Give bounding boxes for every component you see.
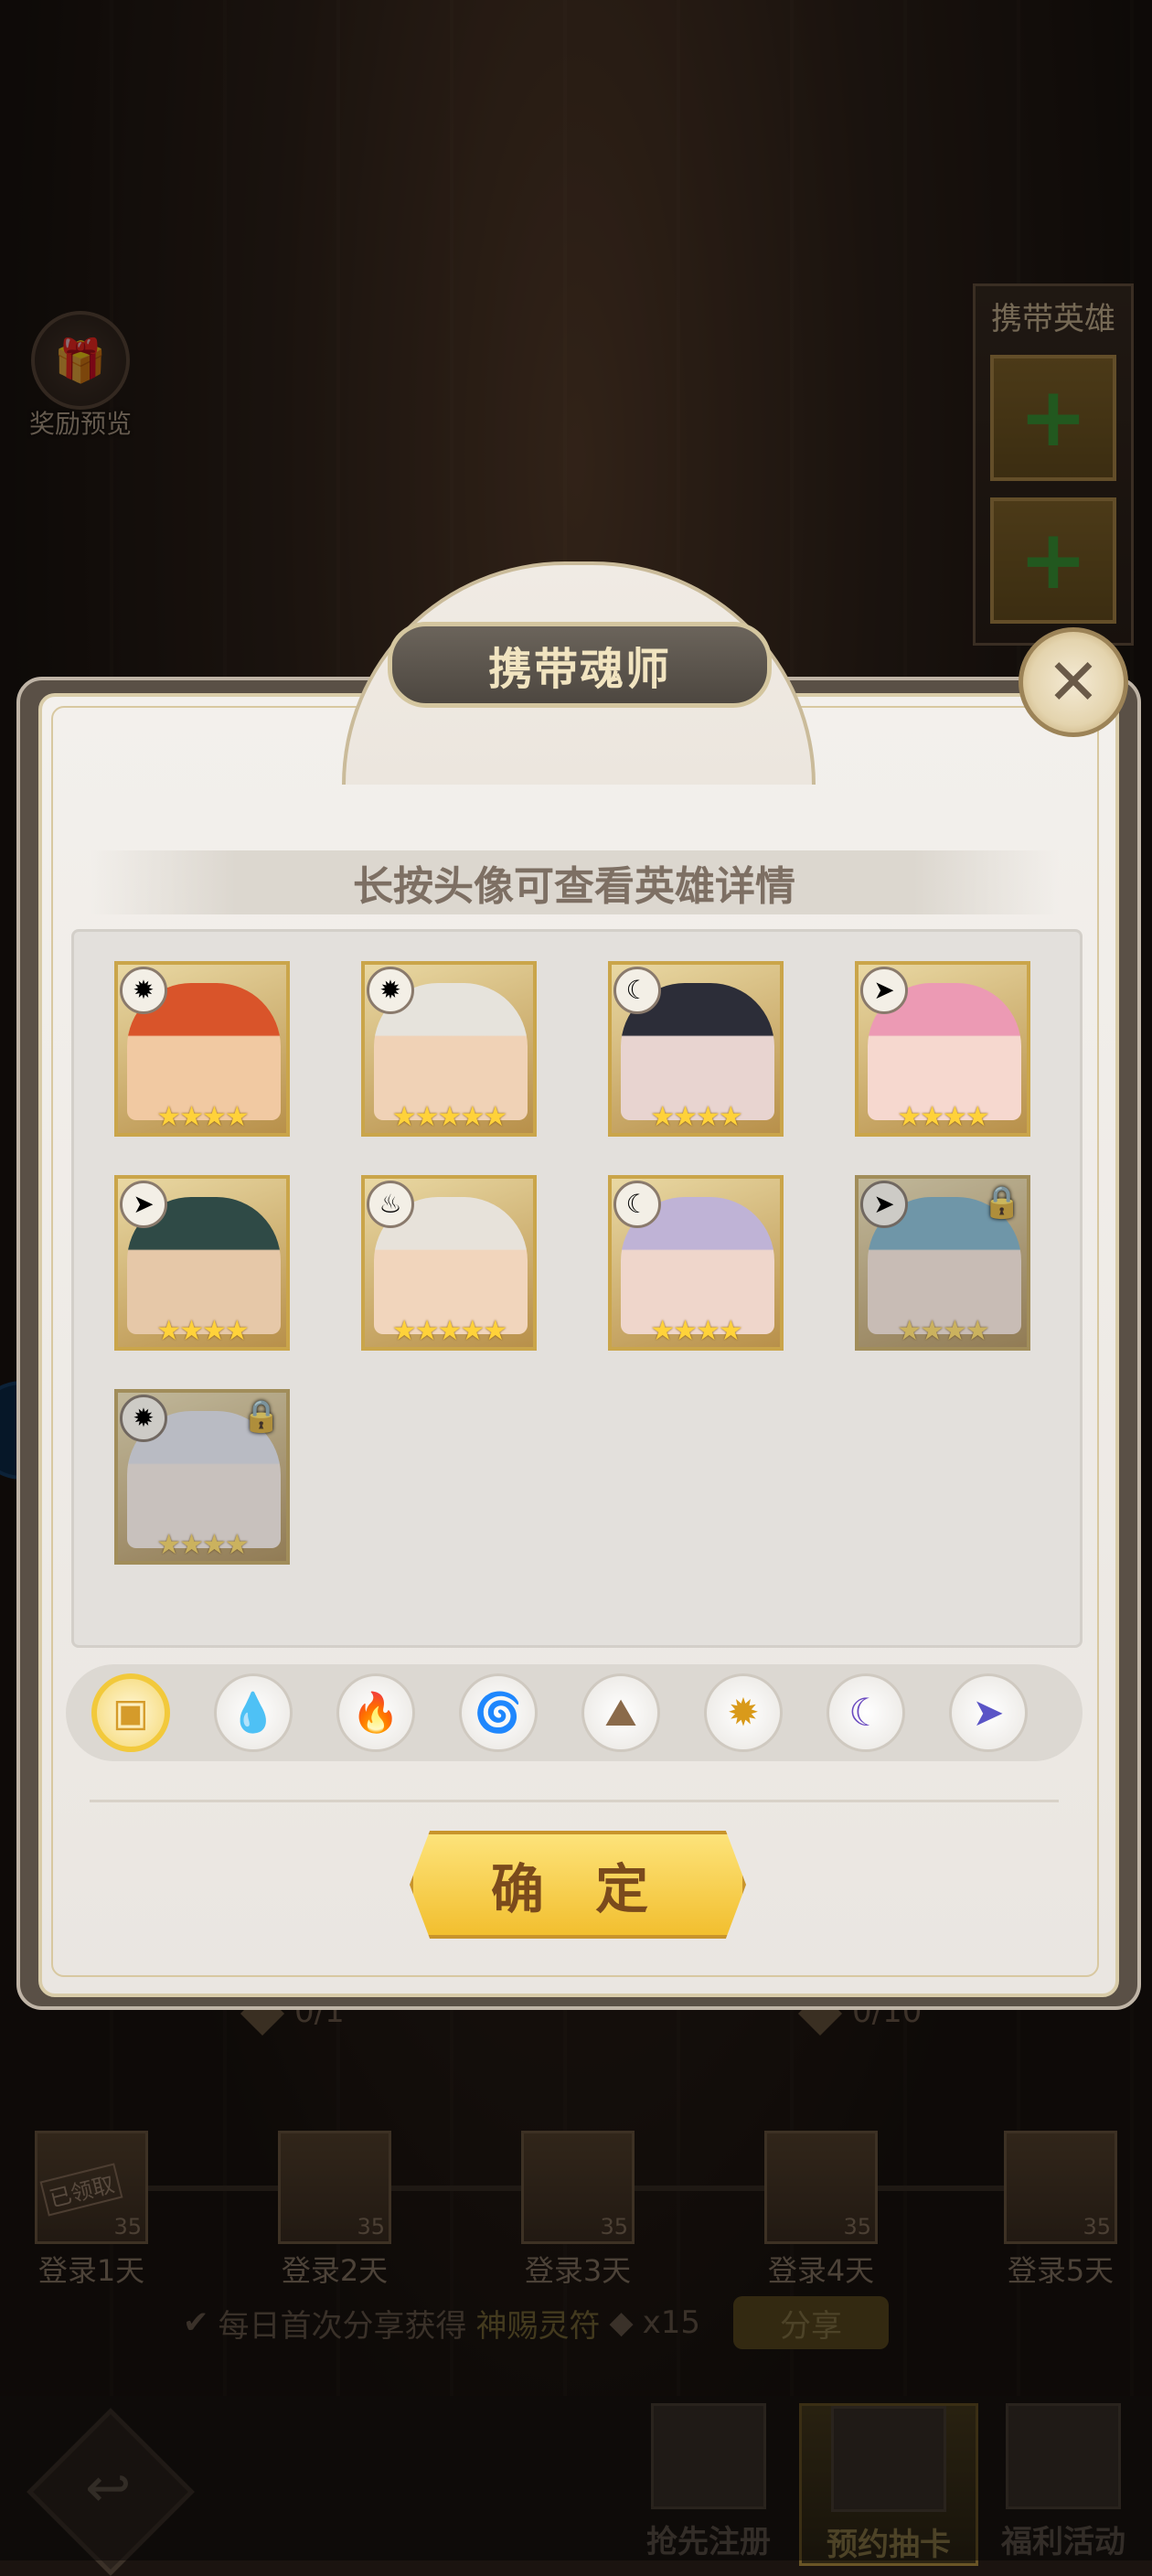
star-rating: ★★★★ xyxy=(650,1315,743,1347)
star-rating: ★★★★★ xyxy=(391,1315,507,1347)
star-rating: ★★★★ xyxy=(897,1101,990,1133)
all-element-icon: ▣ xyxy=(112,1690,149,1735)
lock-icon: 🔒 xyxy=(982,1184,1021,1221)
confirm-label: 确 定 xyxy=(490,1858,666,1920)
hint-bar: 长按头像可查看英雄详情 xyxy=(90,850,1059,914)
void-element-icon: ➤ xyxy=(860,967,908,1014)
void-element-icon: ➤ xyxy=(860,1181,908,1228)
void-element-icon: ➤ xyxy=(972,1690,1005,1735)
filter-void-button[interactable]: ➤ xyxy=(949,1673,1028,1752)
hero-card[interactable]: ☾ ★★★★ xyxy=(608,961,784,1137)
filter-light-button[interactable]: ✹ xyxy=(704,1673,783,1752)
dark-element-icon: ☾ xyxy=(848,1690,883,1735)
star-rating: ★★★★ xyxy=(156,1101,250,1133)
hero-card[interactable]: ✹ 🔒 ★★★★ xyxy=(114,1389,290,1565)
light-element-icon: ✹ xyxy=(727,1690,760,1735)
filter-dark-button[interactable]: ☾ xyxy=(827,1673,905,1752)
filter-fire-button[interactable]: 🔥 xyxy=(336,1673,415,1752)
lock-icon: 🔒 xyxy=(241,1398,281,1435)
dialog-title: 携带魂师 xyxy=(487,644,671,695)
dialog-title-plate: 携带魂师 xyxy=(388,622,772,708)
filter-earth-button[interactable]: ⛰ xyxy=(581,1673,660,1752)
star-rating: ★★★★ xyxy=(156,1315,250,1347)
carry-soulmaster-dialog: 携带魂师 ✕ 长按头像可查看英雄详情 ✹ ★★★★ ✹ ★★★★★ ☾ ★★★★ ➤ ★★★★… xyxy=(16,561,1141,2010)
hero-card[interactable]: ✹ ★★★★ xyxy=(114,961,290,1137)
confirm-button[interactable]: 确 定 xyxy=(410,1831,746,1939)
hero-grid: ✹ ★★★★ ✹ ★★★★★ ☾ ★★★★ ➤ ★★★★ ➤ ★★★★ ♨ ★★★★★ ☾ ★★★★ ➤ 🔒 ★… xyxy=(71,929,1083,1648)
dark-element-icon: ☾ xyxy=(613,967,661,1014)
hero-card[interactable]: ☾ ★★★★ xyxy=(608,1175,784,1351)
wind-element-icon: 🌀 xyxy=(474,1690,523,1735)
hero-card[interactable]: ➤ 🔒 ★★★★ xyxy=(855,1175,1030,1351)
earth-element-icon: ⛰ xyxy=(604,1690,637,1735)
star-rating: ★★★★ xyxy=(897,1315,990,1347)
element-filter-bar: ▣ 💧 🔥 🌀 ⛰ ✹ ☾ ➤ xyxy=(66,1664,1083,1761)
hint-text: 长按头像可查看英雄详情 xyxy=(353,863,795,910)
fire-element-icon: ♨ xyxy=(367,1181,414,1228)
hero-card[interactable]: ♨ ★★★★★ xyxy=(361,1175,537,1351)
close-button[interactable]: ✕ xyxy=(1019,627,1128,737)
hero-card[interactable]: ➤ ★★★★ xyxy=(114,1175,290,1351)
filter-all-button[interactable]: ▣ xyxy=(91,1673,170,1752)
hero-card[interactable]: ✹ ★★★★★ xyxy=(361,961,537,1137)
light-element-icon: ✹ xyxy=(120,967,167,1014)
hero-card[interactable]: ➤ ★★★★ xyxy=(855,961,1030,1137)
star-rating: ★★★★ xyxy=(156,1529,250,1561)
filter-wind-button[interactable]: 🌀 xyxy=(459,1673,538,1752)
star-rating: ★★★★★ xyxy=(391,1101,507,1133)
dark-element-icon: ☾ xyxy=(613,1181,661,1228)
light-element-icon: ✹ xyxy=(120,1395,167,1442)
light-element-icon: ✹ xyxy=(367,967,414,1014)
void-element-icon: ➤ xyxy=(120,1181,167,1228)
close-icon: ✕ xyxy=(1046,645,1101,720)
filter-water-button[interactable]: 💧 xyxy=(214,1673,293,1752)
star-rating: ★★★★ xyxy=(650,1101,743,1133)
divider xyxy=(90,1800,1059,1802)
fire-element-icon: 🔥 xyxy=(351,1690,400,1735)
water-element-icon: 💧 xyxy=(229,1690,278,1735)
